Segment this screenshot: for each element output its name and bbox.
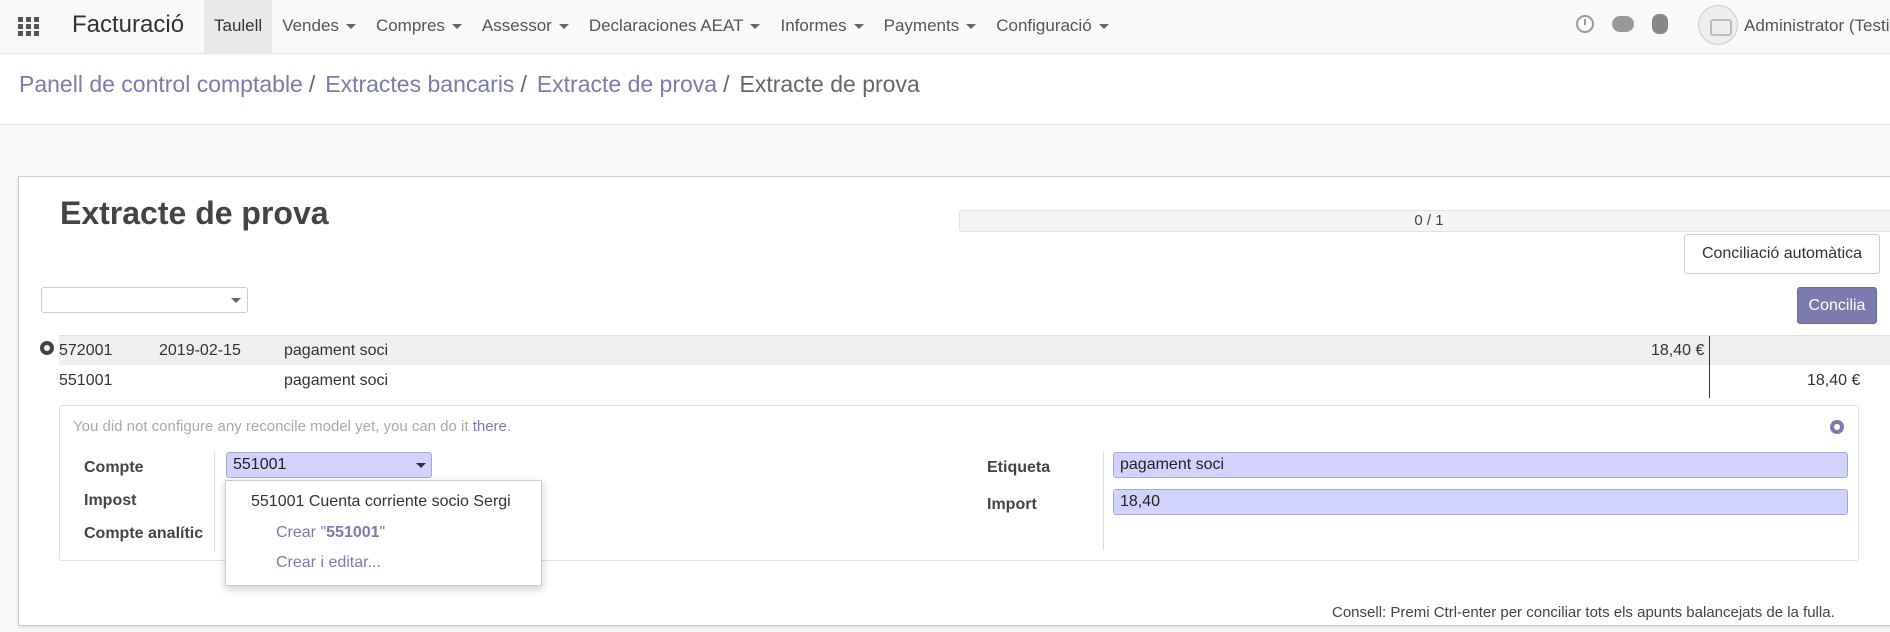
chevron-down-icon <box>853 24 864 30</box>
reconcile-button[interactable]: Concilia <box>1797 287 1877 324</box>
menu-label: Compres <box>375 16 445 35</box>
hint-link[interactable]: there <box>473 418 507 435</box>
chevron-down-icon <box>231 298 241 303</box>
menu-label: Vendes <box>282 16 339 35</box>
tag-field[interactable]: pagament soci <box>1113 452 1848 478</box>
chevron-down-icon <box>558 24 569 30</box>
gear-icon[interactable] <box>40 341 54 355</box>
menu-label: Taulell <box>214 16 263 35</box>
line-account: 572001 <box>59 342 113 359</box>
debug-bug-icon[interactable] <box>1652 14 1668 34</box>
menu-label: Payments <box>883 16 960 35</box>
dropdown-option[interactable]: 551001 Cuenta corriente socio Sergi <box>251 493 511 511</box>
chevron-down-icon <box>750 24 761 30</box>
messaging-icon[interactable] <box>1612 16 1634 32</box>
reconcile-model-hint: You did not configure any reconcile mode… <box>73 418 511 435</box>
amount-column-divider <box>1709 336 1710 398</box>
chevron-down-icon <box>345 24 356 30</box>
line-label: pagament soci <box>284 372 389 389</box>
activity-clock-icon[interactable] <box>1576 15 1594 33</box>
create-suffix: " <box>379 524 386 541</box>
tax-label: Impost <box>84 492 137 509</box>
amount-field[interactable]: 18,40 <box>1113 489 1848 515</box>
menu-label: Assessor <box>481 16 552 35</box>
field-separator <box>1103 452 1104 550</box>
menu-item-configuracio[interactable]: Configuració <box>986 0 1118 54</box>
line-label: pagament soci <box>284 342 389 359</box>
app-name: Facturació <box>72 11 185 38</box>
menu-item-assessor[interactable]: Assessor <box>472 0 579 54</box>
analytic-account-label: Compte analític <box>84 525 204 542</box>
control-panel: Panell de control comptable / Extractes b… <box>0 55 1890 125</box>
line-date: 2019-02-15 <box>159 342 241 359</box>
statement-line[interactable]: 572001 2019-02-15 pagament soci 18,40 € <box>59 335 1890 365</box>
line-amount: 18,40 € <box>1807 372 1861 389</box>
menu-item-declaraciones-aeat[interactable]: Declaraciones AEAT <box>579 0 771 54</box>
user-avatar[interactable] <box>1698 5 1738 45</box>
chevron-down-icon <box>966 24 977 30</box>
keyboard-tip: Consell: Premi Ctrl-enter per conciliar … <box>1332 604 1835 621</box>
create-value: 551001 <box>326 524 380 541</box>
breadcrumb-link-dashboard[interactable]: Panell de control comptable <box>19 71 303 98</box>
menu-item-compres[interactable]: Compres <box>366 0 472 54</box>
amount-label: Import <box>987 496 1037 513</box>
breadcrumb-separator: / <box>308 71 316 97</box>
breadcrumb-current: Extracte de prova <box>739 71 920 97</box>
hint-text: You did not configure any reconcile mode… <box>73 418 473 435</box>
create-and-edit-option[interactable]: Crear i editar... <box>276 554 381 572</box>
apps-grid-icon[interactable] <box>18 17 40 37</box>
menu-label: Declaraciones AEAT <box>588 16 744 35</box>
breadcrumb-link-bank-statements[interactable]: Extractes bancaris <box>325 71 514 98</box>
create-prefix: Crear " <box>276 524 327 541</box>
user-menu[interactable]: Administrator (Testin <box>1744 16 1890 36</box>
menu-item-vendes[interactable]: Vendes <box>272 0 366 54</box>
account-label: Compte <box>84 459 144 476</box>
reconcile-progress-bar: 0 / 1 <box>959 210 1890 232</box>
line-amount: 18,40 € <box>1651 342 1705 359</box>
create-option[interactable]: Crear "551001" <box>276 524 385 542</box>
page-title: Extracte de prova <box>60 195 329 231</box>
menu-item-taulell[interactable]: Taulell <box>204 0 273 54</box>
chevron-down-icon <box>416 463 426 468</box>
menu-item-payments[interactable]: Payments <box>874 0 987 54</box>
breadcrumb-link-statement[interactable]: Extracte de prova <box>537 71 717 98</box>
top-navbar: Facturació Taulell Vendes Compres Assess… <box>0 0 1890 54</box>
menu-item-informes[interactable]: Informes <box>770 0 873 54</box>
main-menu: Taulell Vendes Compres Assessor Declarac… <box>204 0 1119 54</box>
filter-select[interactable] <box>41 287 248 313</box>
menu-label: Configuració <box>996 16 1092 35</box>
breadcrumb: Panell de control comptable / Extractes b… <box>19 71 920 98</box>
menu-label: Informes <box>780 16 847 35</box>
hint-end: . <box>506 418 512 435</box>
line-account: 551001 <box>59 372 113 389</box>
account-autocomplete-dropdown: 551001 Cuenta corriente socio Sergi Crea… <box>225 480 542 586</box>
account-value: 551001 <box>233 456 287 473</box>
settings-gear-icon[interactable] <box>1830 420 1844 434</box>
auto-reconcile-button[interactable]: Conciliació automàtica <box>1684 234 1880 274</box>
breadcrumb-separator: / <box>723 71 730 97</box>
chevron-down-icon <box>451 24 462 30</box>
tag-label: Etiqueta <box>987 459 1051 476</box>
field-separator <box>214 452 215 550</box>
breadcrumb-separator: / <box>520 71 527 97</box>
chevron-down-icon <box>1098 24 1109 30</box>
account-field[interactable]: 551001 <box>226 452 432 478</box>
counterpart-line[interactable]: 551001 pagament soci 18,40 € <box>59 366 1890 396</box>
systray <box>1576 14 1668 34</box>
